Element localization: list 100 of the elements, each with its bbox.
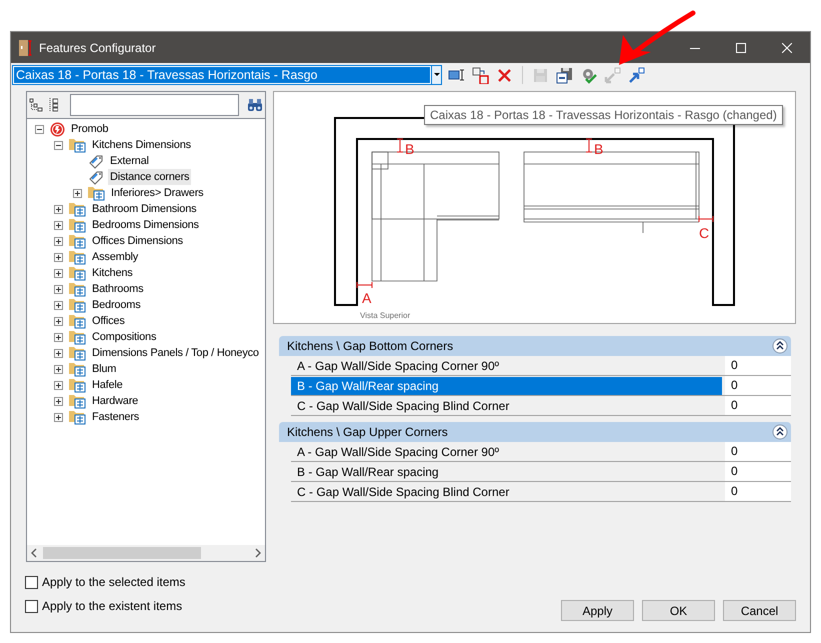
- folder-icon: [69, 297, 86, 313]
- group-header[interactable]: Kitchens \ Gap Bottom Corners: [279, 336, 791, 356]
- expand-icon[interactable]: [54, 364, 63, 374]
- folder-icon: [69, 345, 86, 361]
- save-as-icon[interactable]: [556, 66, 573, 84]
- search-icon[interactable]: [247, 98, 263, 112]
- property-label[interactable]: B - Gap Wall/Rear spacing: [291, 463, 722, 481]
- close-icon: [782, 42, 792, 52]
- tree-item[interactable]: Offices Dimensions: [90, 233, 185, 249]
- group-title: Kitchens \ Gap Bottom Corners: [287, 338, 454, 355]
- property-label[interactable]: B - Gap Wall/Rear spacing: [291, 377, 722, 395]
- folder-icon: [69, 361, 86, 377]
- collapse-tree-icon[interactable]: [29, 98, 43, 112]
- dialog-button[interactable]: Cancel: [723, 600, 796, 621]
- checkbox[interactable]: [25, 600, 38, 612]
- property-label[interactable]: A - Gap Wall/Side Spacing Corner 90º: [291, 357, 722, 375]
- collapse-icon[interactable]: [54, 140, 63, 150]
- expand-icon[interactable]: [54, 252, 63, 262]
- expand-icon[interactable]: [54, 412, 63, 422]
- tree-item[interactable]: Fasteners: [90, 409, 142, 425]
- checkbox[interactable]: [25, 576, 38, 588]
- folder-icon: [69, 201, 86, 217]
- expand-icon[interactable]: [73, 188, 82, 198]
- tree-item[interactable]: Bedrooms Dimensions: [90, 217, 201, 233]
- tree-item[interactable]: Hafele: [90, 377, 125, 393]
- property-value[interactable]: 0: [725, 442, 791, 461]
- gear-check-icon[interactable]: [580, 66, 597, 84]
- folder-icon: [69, 393, 86, 409]
- property-label[interactable]: A - Gap Wall/Side Spacing Corner 90º: [291, 443, 722, 461]
- folder-icon: [69, 217, 86, 233]
- tree-item[interactable]: Distance corners: [108, 169, 192, 185]
- folder-icon: [69, 137, 86, 153]
- property-label[interactable]: C - Gap Wall/Side Spacing Blind Corner: [291, 483, 722, 501]
- dimension-mark: [356, 282, 372, 288]
- property-value[interactable]: 0: [725, 482, 791, 501]
- expand-icon[interactable]: [54, 380, 63, 390]
- tree-item[interactable]: Compositions: [90, 329, 158, 345]
- expand-icon[interactable]: [54, 316, 63, 326]
- rename-icon[interactable]: [448, 66, 465, 84]
- expand-icon[interactable]: [54, 268, 63, 278]
- property-value[interactable]: 0: [725, 376, 791, 395]
- search-field[interactable]: [70, 94, 240, 116]
- dimension-mark: [698, 216, 714, 222]
- delete-icon[interactable]: [496, 66, 513, 84]
- tree-item[interactable]: Inferiores> Drawers: [109, 185, 206, 201]
- property-value[interactable]: 0: [725, 396, 791, 415]
- expand-icon[interactable]: [54, 332, 63, 342]
- dimension-label: A: [362, 290, 372, 306]
- cabinet-icon: [19, 40, 33, 56]
- dimension-label: C: [699, 225, 710, 241]
- tree-item[interactable]: Assembly: [90, 249, 140, 265]
- tree-item[interactable]: External: [108, 153, 151, 169]
- horizontal-scrollbar[interactable]: [27, 545, 265, 561]
- collapse-icon[interactable]: [772, 338, 788, 354]
- configuration-dropdown[interactable]: Caixas 18 - Portas 18 - Travessas Horizontais - Rasgo: [12, 65, 442, 85]
- collapse-icon[interactable]: [35, 124, 44, 134]
- property-value[interactable]: 0: [725, 462, 791, 481]
- folder-icon: [69, 377, 86, 393]
- dropdown-value: Caixas 18 - Portas 18 - Travessas Horizontais - Rasgo: [14, 67, 430, 83]
- tree-item[interactable]: Promob: [69, 121, 110, 137]
- group-title: Kitchens \ Gap Upper Corners: [287, 424, 448, 441]
- dialog-button[interactable]: Apply: [561, 600, 634, 621]
- tag-icon: [88, 153, 104, 169]
- folder-icon: [69, 329, 86, 345]
- group-header[interactable]: Kitchens \ Gap Upper Corners: [279, 422, 791, 442]
- expand-tree-icon[interactable]: [48, 98, 58, 112]
- folder-icon: [69, 249, 86, 265]
- checkbox-label[interactable]: Apply to the existent items: [42, 597, 182, 615]
- tree-item[interactable]: Offices: [90, 313, 127, 329]
- checkbox-label[interactable]: Apply to the selected items: [42, 573, 186, 591]
- tree-item[interactable]: Dimensions Panels / Top / Honeyco: [90, 345, 261, 361]
- tree-item[interactable]: Blum: [90, 361, 118, 377]
- folder-icon: [88, 185, 105, 201]
- expand-icon[interactable]: [54, 220, 63, 230]
- tree-item[interactable]: Hardware: [90, 393, 140, 409]
- property-label[interactable]: C - Gap Wall/Side Spacing Blind Corner: [291, 397, 722, 415]
- tree-item[interactable]: Bathroom Dimensions: [90, 201, 198, 217]
- tooltip: Caixas 18 - Portas 18 - Travessas Horizontais - Rasgo (changed): [424, 105, 783, 125]
- expand-icon[interactable]: [54, 284, 63, 294]
- collapse-icon[interactable]: [772, 424, 788, 440]
- folder-icon: [69, 409, 86, 425]
- tree-item[interactable]: Bedrooms: [90, 297, 143, 313]
- tree-item[interactable]: Kitchens Dimensions: [90, 137, 193, 153]
- tree-item[interactable]: Kitchens: [90, 265, 135, 281]
- folder-icon: [69, 233, 86, 249]
- property-value[interactable]: 0: [725, 356, 791, 375]
- arrow-icon[interactable]: [628, 66, 645, 84]
- expand-icon[interactable]: [54, 396, 63, 406]
- preview-caption: Vista Superior: [360, 311, 410, 320]
- logo-icon: [50, 122, 65, 136]
- expand-icon[interactable]: [54, 236, 63, 246]
- expand-icon[interactable]: [54, 348, 63, 358]
- tree-item[interactable]: Bathrooms: [90, 281, 146, 297]
- dialog-button[interactable]: OK: [642, 600, 715, 621]
- scrollbar-thumb[interactable]: [43, 547, 201, 559]
- expand-icon[interactable]: [54, 300, 63, 310]
- folder-icon: [69, 313, 86, 329]
- expand-icon[interactable]: [54, 204, 63, 214]
- move-icon[interactable]: [472, 66, 489, 84]
- folder-icon: [69, 265, 86, 281]
